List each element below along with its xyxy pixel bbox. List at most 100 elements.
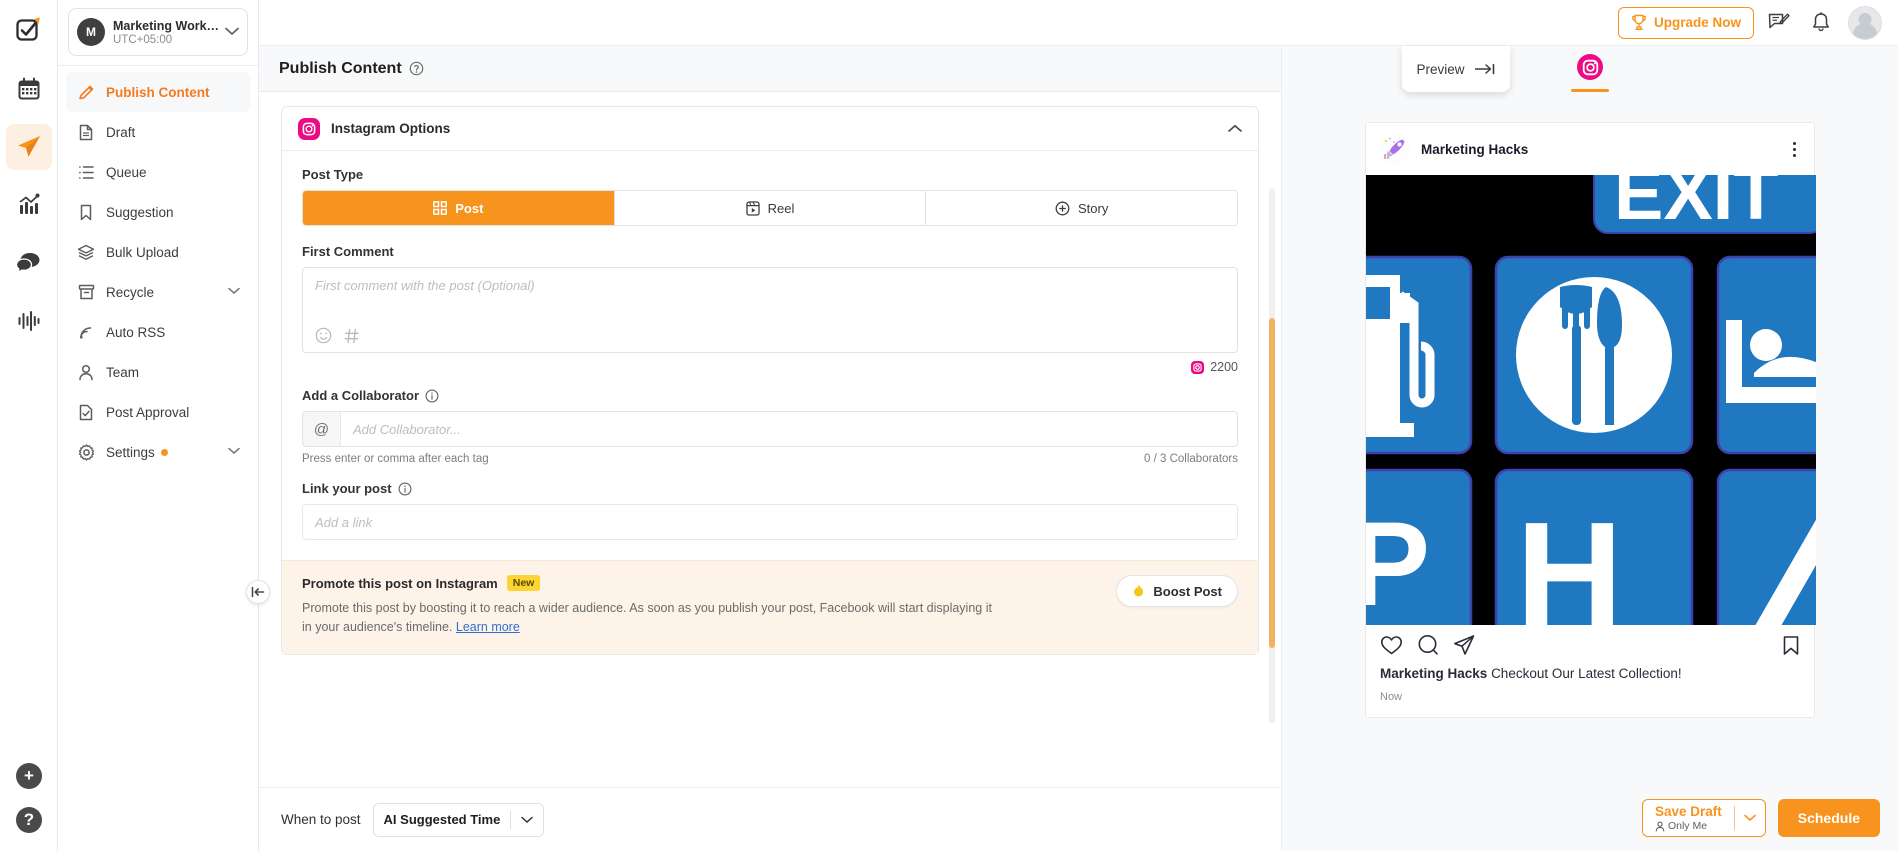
- boost-post-button[interactable]: Boost Post: [1116, 575, 1238, 607]
- editor-scrollbar-thumb[interactable]: [1269, 318, 1275, 648]
- schedule-button[interactable]: Schedule: [1777, 799, 1880, 837]
- add-button[interactable]: +: [16, 763, 42, 789]
- instagram-options-card: Instagram Options Post Type Post Reel St…: [281, 106, 1259, 655]
- first-comment-input[interactable]: First comment with the post (Optional): [302, 267, 1238, 353]
- chevron-down-icon[interactable]: [1735, 811, 1765, 825]
- upgrade-now-button[interactable]: Upgrade Now: [1617, 6, 1754, 39]
- help-button[interactable]: ?: [16, 807, 42, 833]
- sidebar: M Marketing Workspa... UTC+05:00 Publish…: [58, 0, 270, 851]
- chevron-down-icon: [228, 286, 240, 298]
- when-to-post-value: AI Suggested Time: [383, 812, 501, 827]
- emoji-icon[interactable]: [315, 327, 332, 344]
- comment-icon[interactable]: [1417, 634, 1439, 656]
- editor-scrollbar-track[interactable]: [1269, 188, 1275, 723]
- link-post-label: Link your post: [302, 481, 392, 496]
- app-root: + ? M Marketing Workspa... UTC+05:00 Pub…: [0, 0, 1898, 851]
- person-icon: [1655, 821, 1665, 832]
- more-vertical-icon[interactable]: [1789, 138, 1800, 161]
- preview-toggle-button[interactable]: Preview: [1402, 46, 1510, 92]
- first-comment-section: First Comment First comment with the pos…: [302, 244, 1238, 374]
- workspace-name: Marketing Workspa...: [113, 18, 221, 33]
- post-type-option-label: Reel: [767, 200, 795, 216]
- link-post-label-row: Link your post: [302, 481, 1238, 496]
- sidebar-item-settings[interactable]: Settings: [66, 432, 250, 472]
- learn-more-link[interactable]: Learn more: [456, 620, 520, 634]
- rail-item-analytics[interactable]: [6, 182, 52, 228]
- sidebar-item-recycle[interactable]: Recycle: [66, 272, 250, 312]
- upgrade-now-label: Upgrade Now: [1653, 15, 1741, 30]
- promote-banner: Promote this post on Instagram New Promo…: [282, 560, 1258, 654]
- svg-text:P: P: [1366, 497, 1430, 625]
- archive-icon: [76, 284, 96, 300]
- save-draft-button[interactable]: Save Draft Only Me: [1641, 799, 1766, 837]
- arrow-to-right-icon: [1474, 63, 1496, 75]
- chevron-up-icon[interactable]: [1228, 122, 1242, 136]
- compose-icon[interactable]: [1762, 6, 1796, 40]
- instagram-options-header[interactable]: Instagram Options: [282, 107, 1258, 151]
- sidebar-item-suggestion[interactable]: Suggestion: [66, 192, 250, 232]
- promote-body-text: Promote this post by boosting it to reac…: [302, 601, 992, 635]
- bell-icon[interactable]: [1804, 6, 1838, 40]
- workspace-timezone: UTC+05:00: [113, 33, 173, 46]
- info-circle-icon[interactable]: [398, 481, 412, 496]
- post-type-label: Post Type: [302, 167, 364, 182]
- when-to-post-select[interactable]: AI Suggested Time: [372, 802, 545, 837]
- tab-instagram-preview[interactable]: [1571, 54, 1609, 92]
- post-type-option-story[interactable]: Story: [926, 191, 1237, 225]
- rail-item-calendar[interactable]: [6, 66, 52, 112]
- reel-icon: [745, 200, 760, 216]
- post-media-image: EXIT P H: [1366, 175, 1816, 625]
- save-draft-label: Save Draft: [1654, 803, 1722, 819]
- collaborator-input[interactable]: @ Add Collaborator...: [302, 411, 1238, 447]
- settings-notification-dot: [160, 448, 168, 456]
- post-type-option-reel[interactable]: Reel: [614, 191, 927, 225]
- link-post-input[interactable]: Add a link: [302, 504, 1238, 540]
- sidebar-item-post-approval[interactable]: Post Approval: [66, 392, 250, 432]
- sidebar-item-label: Draft: [106, 124, 136, 140]
- link-post-section: Link your post Add a link: [302, 481, 1238, 540]
- bookmark-icon[interactable]: [1782, 635, 1800, 656]
- sidebar-item-publish-content[interactable]: Publish Content: [66, 72, 250, 112]
- trophy-icon: [1631, 14, 1647, 31]
- grid-icon: [433, 201, 448, 215]
- post-username: Marketing Hacks: [1421, 141, 1529, 157]
- save-draft-visibility-label: Only Me: [1667, 820, 1708, 833]
- rail-item-inbox[interactable]: [6, 240, 52, 286]
- boost-post-label: Boost Post: [1153, 583, 1222, 599]
- instagram-post-preview: Marketing Hacks EXIT P H Marketing Hacks…: [1365, 122, 1816, 719]
- info-circle-icon[interactable]: [425, 388, 439, 403]
- sidebar-item-auto-rss[interactable]: Auto RSS: [66, 312, 250, 352]
- like-icon[interactable]: [1380, 634, 1403, 656]
- preview-tabs: [1282, 46, 1898, 92]
- sidebar-item-queue[interactable]: Queue: [66, 152, 250, 192]
- editor-footer: When to post AI Suggested Time: [259, 787, 1281, 851]
- workspace-avatar: M: [77, 18, 105, 46]
- rss-icon: [76, 324, 96, 340]
- app-logo-icon[interactable]: [9, 10, 49, 50]
- collaborator-placeholder: Add Collaborator...: [353, 421, 461, 437]
- workspace-switcher[interactable]: M Marketing Workspa... UTC+05:00: [68, 8, 248, 56]
- sidebar-item-team[interactable]: Team: [66, 352, 250, 392]
- page-title: Publish Content: [279, 59, 402, 77]
- chevron-down-icon: [225, 25, 239, 39]
- sidebar-item-label: Auto RSS: [106, 324, 166, 340]
- sidebar-collapse-button[interactable]: [246, 580, 270, 604]
- user-avatar[interactable]: [1848, 5, 1882, 40]
- post-type-option-post[interactable]: Post: [303, 191, 615, 225]
- svg-text:EXIT: EXIT: [1614, 175, 1778, 235]
- first-comment-toolbar: [315, 327, 1225, 344]
- promote-text-block: Promote this post on Instagram New Promo…: [302, 575, 1116, 638]
- sidebar-item-label: Team: [106, 364, 140, 380]
- sidebar-item-draft[interactable]: Draft: [66, 112, 250, 152]
- preview-column: Marketing Hacks EXIT P H Marketing Hacks…: [1282, 46, 1898, 851]
- post-caption-author: Marketing Hacks: [1380, 666, 1488, 681]
- post-timestamp: Now: [1380, 691, 1403, 704]
- sidebar-item-bulk-upload[interactable]: Bulk Upload: [66, 232, 250, 272]
- rail-item-reports[interactable]: [6, 298, 52, 344]
- rail-item-publish[interactable]: [5, 124, 52, 170]
- question-circle-icon[interactable]: [409, 61, 424, 76]
- first-comment-label: First Comment: [302, 244, 394, 259]
- hashtag-icon[interactable]: [344, 328, 360, 344]
- person-icon: [76, 364, 96, 381]
- share-icon[interactable]: [1453, 634, 1475, 656]
